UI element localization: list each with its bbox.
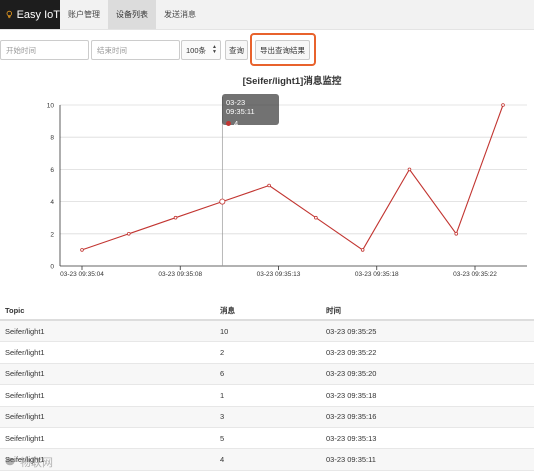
cell-time: 03-23 09:35:11 bbox=[326, 455, 376, 465]
table-row: Seifer/light1 2 03-23 09:35:22 bbox=[0, 342, 534, 364]
x-tick-label: 03-23 09:35:18 bbox=[355, 271, 399, 278]
data-point bbox=[80, 248, 84, 252]
cell-time: 03-23 09:35:16 bbox=[326, 412, 377, 422]
data-point bbox=[454, 232, 459, 236]
chart-tooltip: 03-23 09:35:11 4 bbox=[222, 94, 279, 128]
nav-item-accounts[interactable]: 账户管理 bbox=[60, 0, 108, 29]
brand-logo[interactable]: Easy IoT bbox=[0, 0, 60, 29]
table-row: Seifer/light1 5 03-23 09:35:13 bbox=[0, 427, 534, 450]
series-line bbox=[81, 104, 504, 251]
series-dot-icon bbox=[226, 121, 231, 126]
chart-title: [Seifer/light1]消息监控 bbox=[242, 76, 342, 87]
cell-time: 03-23 09:35:22 bbox=[326, 348, 377, 358]
bulb-icon bbox=[6, 10, 13, 19]
data-point bbox=[407, 167, 412, 172]
x-tick-label: 03-23 09:35:04 bbox=[60, 271, 104, 278]
updown-arrows-icon: ▲ ▼ bbox=[212, 44, 217, 55]
cell-message: 6 bbox=[220, 369, 225, 379]
export-results-button[interactable]: 导出查询结果 bbox=[255, 40, 310, 60]
header-message: 消息 bbox=[220, 306, 235, 315]
cell-topic: Seifer/light1 bbox=[5, 369, 45, 379]
cell-topic: Seifer/light1 bbox=[5, 348, 45, 358]
brand-name: Easy IoT bbox=[16, 8, 60, 21]
message-table: Topic 消息 时间 Seifer/light1 10 03-23 09:35:2… bbox=[0, 302, 534, 471]
x-tick-label: 03-23 09:35:08 bbox=[158, 271, 202, 278]
cell-topic: Seifer/light1 bbox=[5, 326, 45, 336]
data-point bbox=[314, 215, 318, 220]
cell-message: 5 bbox=[220, 433, 225, 443]
top-navbar: Easy IoT 账户管理 设备列表 发送消息 bbox=[0, 0, 534, 30]
header-time: 时间 bbox=[326, 306, 341, 315]
limit-select-value: 100条 bbox=[186, 45, 207, 55]
table-row: Seifer/light1 3 03-23 09:35:16 bbox=[0, 406, 534, 428]
cell-topic: Seifer/light1 bbox=[5, 390, 45, 400]
wechat-icon bbox=[5, 457, 15, 466]
cell-topic: Seifer/light1 bbox=[5, 412, 45, 422]
data-point bbox=[126, 232, 131, 236]
data-point bbox=[501, 103, 505, 107]
cell-message: 1 bbox=[220, 390, 225, 400]
data-point bbox=[267, 183, 271, 188]
table-row: Seifer/light1 1 03-23 09:35:18 bbox=[0, 385, 534, 407]
cell-time: 03-23 09:35:18 bbox=[326, 390, 377, 400]
y-tick-label: 10 bbox=[47, 103, 55, 110]
tooltip-value: 4 bbox=[234, 119, 239, 128]
table-row: Seifer/light1 4 03-23 09:35:11 bbox=[0, 449, 534, 471]
y-tick-label: 4 bbox=[50, 199, 54, 206]
y-tick-label: 2 bbox=[50, 231, 54, 238]
cell-time: 03-23 09:35:25 bbox=[326, 326, 377, 336]
cell-topic: Seifer/light1 bbox=[5, 433, 45, 443]
y-tick-label: 6 bbox=[50, 167, 54, 174]
watermark: 物联网 bbox=[5, 454, 53, 470]
x-tick-label: 03-23 09:35:13 bbox=[257, 271, 301, 278]
query-button[interactable]: 查询 bbox=[225, 40, 248, 60]
query-toolbar: 100条 ▲▼ 查询 导出查询结果 bbox=[0, 33, 534, 66]
tooltip-time: 03-23 09:35:11 bbox=[226, 98, 255, 116]
data-point bbox=[173, 215, 178, 220]
table-row: Seifer/light1 10 03-23 09:35:25 bbox=[0, 321, 534, 343]
cell-message: 2 bbox=[220, 348, 225, 358]
end-time-input[interactable] bbox=[91, 40, 180, 60]
data-point bbox=[219, 198, 226, 205]
y-tick-label: 8 bbox=[50, 135, 54, 142]
header-topic: Topic bbox=[5, 306, 25, 315]
x-tick-label: 03-23 09:35:22 bbox=[453, 271, 497, 278]
cell-message: 4 bbox=[220, 455, 225, 465]
cell-message: 10 bbox=[220, 326, 229, 336]
cell-time: 03-23 09:35:20 bbox=[326, 369, 377, 379]
table-header-row: Topic 消息 时间 bbox=[0, 302, 534, 321]
data-point bbox=[360, 248, 365, 252]
start-time-input[interactable] bbox=[0, 40, 89, 60]
table-row: Seifer/light1 6 03-23 09:35:20 bbox=[0, 363, 534, 386]
nav-item-devices[interactable]: 设备列表 bbox=[108, 0, 156, 29]
cell-message: 3 bbox=[220, 412, 225, 422]
limit-select[interactable]: 100条 ▲ ▼ bbox=[181, 40, 221, 60]
cell-time: 03-23 09:35:13 bbox=[326, 433, 377, 443]
nav-item-send-message[interactable]: 发送消息 bbox=[156, 0, 204, 29]
y-tick-label: 0 bbox=[50, 264, 54, 271]
